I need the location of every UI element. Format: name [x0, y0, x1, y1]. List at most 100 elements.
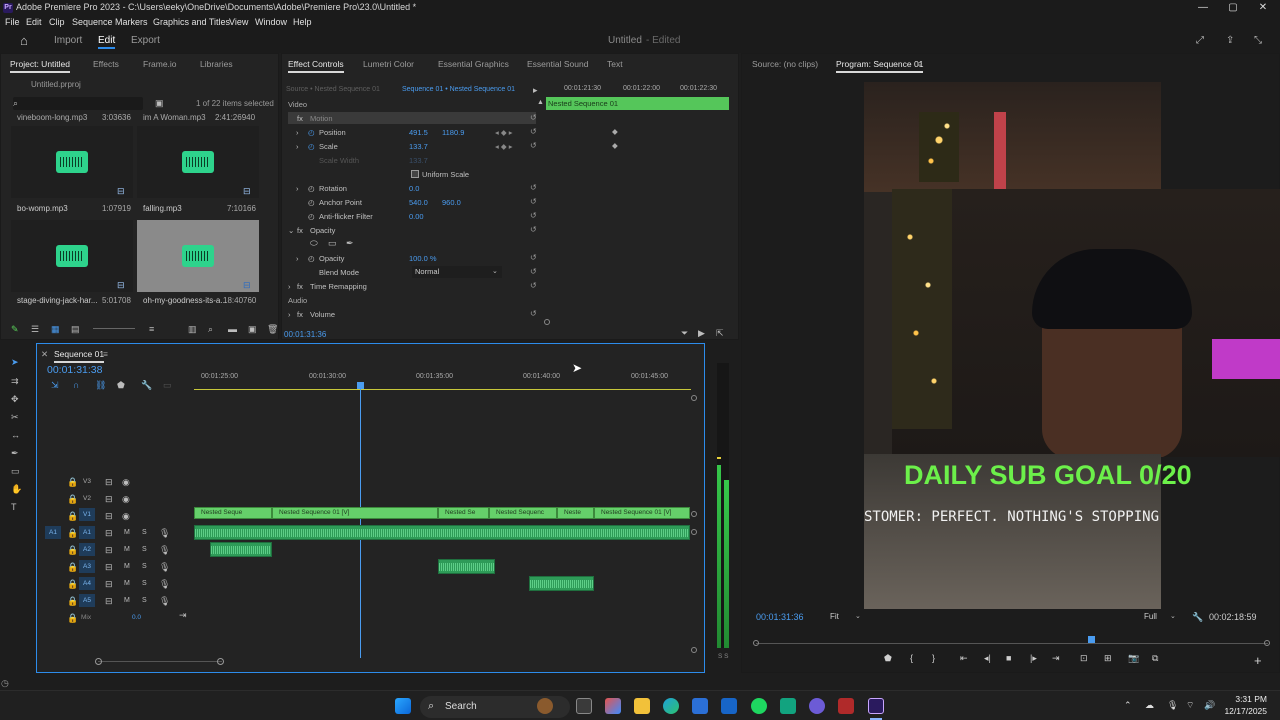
trash-icon[interactable]: 🗑	[267, 324, 278, 334]
sync-lock-icon[interactable]: ⊟	[105, 579, 113, 589]
blend-mode-select[interactable]: Normal	[412, 266, 502, 278]
program-scrubber[interactable]	[756, 643, 1268, 644]
reset-icon[interactable]: ↺	[530, 267, 537, 276]
video-clip[interactable]: Nested Se	[438, 507, 489, 519]
import-tab[interactable]: Import	[54, 29, 82, 53]
lock-icon[interactable]: 🔒	[67, 562, 78, 572]
timeline-playhead-handle[interactable]	[357, 382, 364, 389]
sort-icon[interactable]: ≡	[149, 324, 154, 334]
microphone-icon[interactable]: 🎙	[159, 596, 170, 606]
step-back-icon[interactable]: ◂|	[984, 653, 991, 664]
ec-zoom-handle[interactable]	[544, 319, 550, 325]
microphone-icon[interactable]: 🎙	[159, 579, 170, 589]
hand-tool-icon[interactable]: ✋	[11, 484, 22, 494]
nest-icon[interactable]: ⇲	[51, 380, 59, 390]
mute-icon[interactable]: M	[124, 562, 130, 572]
opacity-value[interactable]: 100.0 %	[409, 254, 437, 263]
menu-edit[interactable]: Edit	[26, 15, 42, 29]
wifi-icon[interactable]: ⌔	[1186, 700, 1194, 710]
position-y-value[interactable]: 1180.9	[442, 128, 464, 137]
menu-help[interactable]: Help	[293, 15, 312, 29]
solo-icon[interactable]: S	[142, 545, 147, 555]
tab-essential-sound[interactable]: Essential Sound	[527, 54, 588, 74]
audio-clip[interactable]	[210, 542, 272, 557]
snap-icon[interactable]: ∩	[73, 380, 79, 390]
reset-icon[interactable]: ↺	[530, 281, 537, 290]
insert-icon[interactable]: ⊡	[1080, 653, 1088, 664]
reset-icon[interactable]: ↺	[530, 309, 537, 318]
lock-icon[interactable]: 🔒	[67, 579, 78, 589]
share-icon[interactable]: ⇪	[1226, 29, 1234, 53]
anchor-x-value[interactable]: 540.0	[409, 198, 428, 207]
timeline-timecode[interactable]: 00:01:31:38	[47, 364, 102, 376]
filter-icon[interactable]: ⏷	[681, 328, 688, 338]
ripple-edit-icon[interactable]: ✥	[11, 394, 19, 404]
eye-icon[interactable]: ◉	[122, 477, 130, 487]
expand-arrow-icon[interactable]: ›	[296, 142, 299, 151]
export-tab[interactable]: Export	[131, 29, 160, 53]
expand-arrow-icon[interactable]: ›	[296, 254, 299, 263]
pen-mask-icon[interactable]: ✒	[346, 238, 354, 248]
zoom-handle-right[interactable]	[217, 658, 224, 665]
go-to-end-icon[interactable]: ⇥	[179, 610, 187, 620]
video-clip[interactable]: Nested Sequence 01 [V]	[594, 507, 690, 519]
zoom-handle-left[interactable]	[95, 658, 102, 665]
edge-icon[interactable]	[663, 698, 679, 714]
expand-icon[interactable]: ⤡	[1254, 29, 1262, 53]
pen-tool-icon[interactable]: ✒	[11, 448, 19, 458]
selection-tool-icon[interactable]: ➤	[11, 357, 19, 367]
play-icon[interactable]: ▶	[698, 328, 705, 338]
mic-tray-icon[interactable]: 🎙	[1167, 700, 1178, 710]
audio-clip[interactable]	[438, 559, 495, 574]
eye-icon[interactable]: ◉	[122, 494, 130, 504]
maximize-button[interactable]: ▢	[1218, 0, 1248, 15]
solo-icon[interactable]: S	[142, 579, 147, 589]
position-x-value[interactable]: 491.5	[409, 128, 428, 137]
sync-lock-icon[interactable]: ⊟	[105, 528, 113, 538]
rectangle-tool-icon[interactable]: ▭	[11, 466, 20, 476]
menu-markers[interactable]: Markers	[115, 15, 148, 29]
lock-icon[interactable]: 🔒	[67, 528, 78, 538]
menu-graphics-titles[interactable]: Graphics and Titles	[153, 15, 230, 29]
new-bin-icon[interactable]: ▣	[155, 98, 164, 108]
mute-icon[interactable]: M	[124, 596, 130, 606]
menu-view[interactable]: View	[229, 15, 248, 29]
scroll-handle[interactable]	[691, 647, 697, 653]
step-forward-icon[interactable]: |▸	[1030, 653, 1037, 664]
tab-text[interactable]: Text	[607, 54, 623, 74]
onedrive-icon[interactable]: ☁	[1145, 700, 1154, 710]
keyframe-icon[interactable]: ◆	[612, 127, 618, 136]
stopwatch-icon[interactable]: ◴	[308, 212, 315, 221]
reset-icon[interactable]: ↺	[530, 253, 537, 262]
antiflicker-value[interactable]: 0.00	[409, 212, 424, 221]
expand-arrow-icon[interactable]: ›	[296, 128, 299, 137]
lock-icon[interactable]: 🔒	[67, 613, 78, 623]
reset-icon[interactable]: ↺	[530, 183, 537, 192]
ec-timecode[interactable]: 00:01:31:36	[284, 330, 326, 339]
export-icon[interactable]: ⇱	[716, 328, 724, 338]
home-icon[interactable]: ⌂	[20, 29, 28, 53]
lock-icon[interactable]: 🔒	[67, 477, 78, 487]
settings-wrench-icon[interactable]: 🔧	[1192, 612, 1203, 622]
lock-icon[interactable]: 🔒	[67, 511, 78, 521]
overwrite-icon[interactable]: ⊞	[1104, 653, 1112, 664]
timeline-zoom-bar[interactable]	[98, 661, 222, 662]
type-tool-icon[interactable]: T	[11, 502, 17, 512]
go-to-in-icon[interactable]: ⇤	[960, 653, 968, 664]
timeline-menu-icon[interactable]: ≡	[103, 344, 108, 364]
reset-icon[interactable]: ↺	[530, 113, 537, 122]
project-item-thumb[interactable]: ⊟	[11, 220, 133, 292]
work-area-bar[interactable]	[194, 389, 691, 390]
copilot-icon[interactable]	[605, 698, 621, 714]
audio-clip[interactable]	[529, 576, 594, 591]
project-item-thumb[interactable]: ⊟	[11, 126, 133, 198]
video-clip[interactable]: Neste	[557, 507, 594, 519]
sync-lock-icon[interactable]: ⊟	[105, 494, 113, 504]
lock-icon[interactable]: 🔒	[67, 596, 78, 606]
project-item-thumb-selected[interactable]: ⊟	[137, 220, 259, 292]
tab-lumetri-color[interactable]: Lumetri Color	[363, 54, 414, 74]
discord-icon[interactable]	[809, 698, 825, 714]
expand-arrow-icon[interactable]: ›	[296, 184, 299, 193]
tab-essential-graphics[interactable]: Essential Graphics	[438, 54, 509, 74]
go-to-out-icon[interactable]: ⇥	[1052, 653, 1060, 664]
